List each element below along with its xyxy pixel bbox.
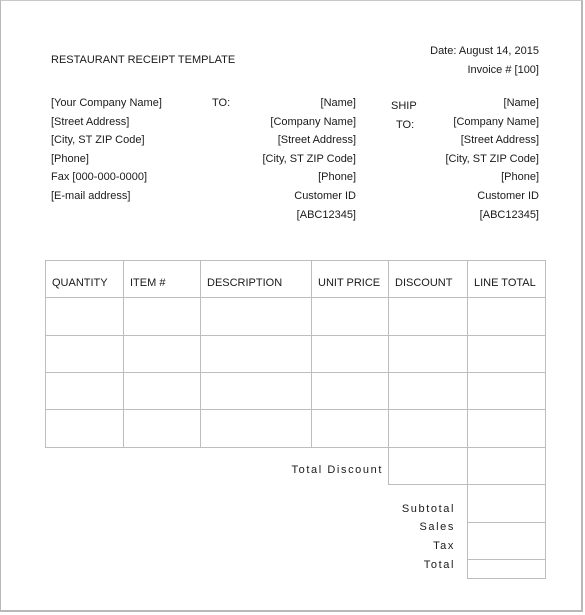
receipt-date: Date: August 14, 2015 bbox=[430, 45, 539, 57]
total-discount-label: Total Discount bbox=[291, 464, 383, 476]
bill-to-block: [Name] [Company Name] [Street Address] [… bbox=[262, 97, 356, 227]
cell-discount[interactable] bbox=[389, 336, 467, 372]
cell-quantity[interactable] bbox=[46, 336, 123, 372]
col-header-description: DESCRIPTION bbox=[207, 277, 283, 289]
total-field[interactable] bbox=[468, 560, 545, 578]
cell-quantity[interactable] bbox=[46, 373, 123, 409]
col-header-unit-price: UNIT PRICE bbox=[318, 277, 381, 289]
cell-unit-price[interactable] bbox=[312, 336, 388, 372]
ship-customer-id: [ABC12345] bbox=[479, 208, 539, 221]
street-address: [Street Address] bbox=[51, 115, 130, 128]
cell-line-total[interactable] bbox=[468, 336, 545, 372]
cell-description[interactable] bbox=[201, 373, 311, 409]
fax: Fax [000-000-0000] bbox=[51, 171, 148, 184]
cell-item-number[interactable] bbox=[124, 336, 200, 372]
cell-item-number[interactable] bbox=[124, 373, 200, 409]
company-name: [Your Company Name] bbox=[51, 97, 162, 109]
sales-tax-field[interactable] bbox=[468, 523, 545, 559]
cell-line-total[interactable] bbox=[468, 410, 545, 447]
to-customer-id: [ABC12345] bbox=[296, 208, 356, 221]
to-customer-id-label: Customer ID bbox=[294, 189, 356, 202]
to-company-name: [Company Name] bbox=[270, 115, 356, 128]
cell-unit-price[interactable] bbox=[312, 410, 388, 447]
cell-item-number[interactable] bbox=[124, 298, 200, 335]
cell-line-total[interactable] bbox=[468, 373, 545, 409]
cell-description[interactable] bbox=[201, 410, 311, 447]
cell-description[interactable] bbox=[201, 298, 311, 335]
col-header-line-total: LINE TOTAL bbox=[474, 277, 536, 289]
cell-item-number[interactable] bbox=[124, 410, 200, 447]
cell-quantity[interactable] bbox=[46, 410, 123, 447]
total-bottom bbox=[467, 578, 546, 579]
to-street-address: [Street Address] bbox=[277, 134, 356, 147]
ship-company-name: [Company Name] bbox=[453, 115, 539, 128]
col-header-quantity: QUANTITY bbox=[52, 277, 108, 289]
cell-discount[interactable] bbox=[389, 298, 467, 335]
ship-label-line2: TO: bbox=[396, 118, 415, 131]
total-discount-field[interactable] bbox=[389, 448, 466, 484]
cell-unit-price[interactable] bbox=[312, 373, 388, 409]
invoice-number: Invoice # [100] bbox=[467, 64, 539, 76]
cell-line-total[interactable] bbox=[468, 298, 545, 335]
to-name: [Name] bbox=[320, 97, 356, 109]
table-border-bottom bbox=[45, 447, 546, 448]
col-header-discount: DISCOUNT bbox=[395, 277, 453, 289]
table-border-top bbox=[45, 260, 546, 261]
cell-quantity[interactable] bbox=[46, 298, 123, 335]
cell-discount[interactable] bbox=[389, 373, 467, 409]
to-city-state-zip: [City, ST ZIP Code] bbox=[262, 152, 356, 165]
city-state-zip: [City, ST ZIP Code] bbox=[51, 134, 145, 147]
ship-customer-id-label: Customer ID bbox=[477, 189, 539, 202]
col-header-item-number: ITEM # bbox=[130, 277, 166, 289]
phone: [Phone] bbox=[51, 152, 89, 165]
subtotal-field[interactable] bbox=[468, 485, 545, 521]
ship-to-block: [Name] [Company Name] [Street Address] [… bbox=[445, 97, 539, 227]
ship-phone: [Phone] bbox=[501, 171, 539, 184]
ship-street-address: [Street Address] bbox=[460, 134, 539, 147]
cell-unit-price[interactable] bbox=[312, 298, 388, 335]
ship-label-line1: SHIP bbox=[391, 100, 417, 112]
ship-city-state-zip: [City, ST ZIP Code] bbox=[445, 152, 539, 165]
ship-to-label: SHIP TO: bbox=[391, 97, 417, 134]
to-label: TO: bbox=[212, 97, 231, 109]
total-label: Total bbox=[423, 559, 455, 571]
cell-discount[interactable] bbox=[389, 410, 467, 447]
to-phone: [Phone] bbox=[318, 171, 356, 184]
document-title: RESTAURANT RECEIPT TEMPLATE bbox=[51, 54, 236, 66]
cell-description[interactable] bbox=[201, 336, 311, 372]
col-line bbox=[545, 260, 546, 579]
email-address: [E-mail address] bbox=[51, 189, 131, 202]
subtotal-label: Subtotal bbox=[401, 503, 455, 515]
tax-label: Tax bbox=[433, 540, 455, 552]
from-address-block: [Your Company Name] [Street Address] [Ci… bbox=[51, 97, 162, 209]
ship-name: [Name] bbox=[503, 97, 539, 109]
sales-label: Sales bbox=[419, 521, 455, 533]
